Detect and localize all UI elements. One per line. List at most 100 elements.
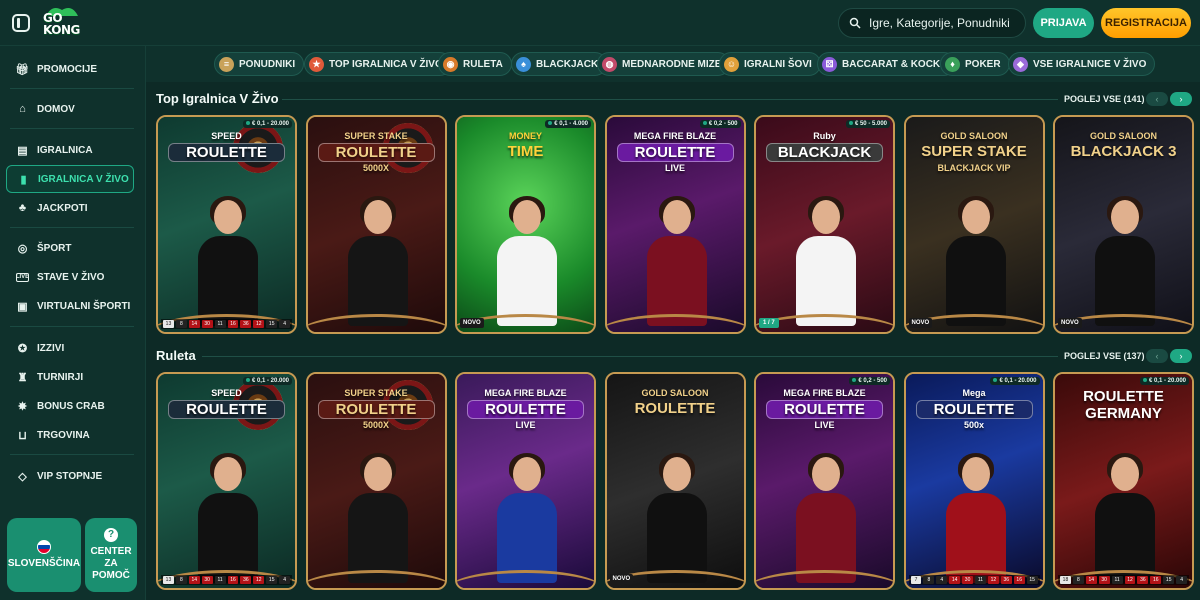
game-tile[interactable]: Mega ROULETTE 500x € 0,1 - 20.000 7 8 4 14 30 11 1…	[903, 372, 1045, 590]
game-title: ROULETTE	[634, 400, 716, 417]
game-title: ROULETTE	[915, 400, 1033, 419]
sidebar-item-turnirji[interactable]: ♜ TURNIRJI	[6, 364, 134, 390]
sidebar-item-stave-v-zivo[interactable]: LIVE STAVE V ŽIVO	[6, 264, 134, 290]
sidebar-item-label: PROMOCIJE	[37, 63, 98, 75]
dealer-body	[1095, 236, 1155, 327]
next-arrow-icon[interactable]: ›	[1170, 349, 1192, 363]
game-title: SUPER STAKE	[344, 388, 408, 398]
category-chip-baccarat-kocke[interactable]: ⚄ BACCARAT & KOCKE	[817, 52, 956, 76]
result-number: 12	[253, 576, 265, 584]
search-input[interactable]	[869, 16, 1019, 30]
game-title: MEGA FIRE BLAZE	[484, 388, 567, 398]
sidebar-item-sport[interactable]: ◎ ŠPORT	[6, 235, 134, 261]
language-selector[interactable]: SLOVENŠČINA	[7, 518, 81, 592]
sidebar-item-label: BONUS CRAB	[37, 400, 105, 412]
results-history: 18 8 14 30 11 12 36 16 15 4	[1058, 575, 1189, 585]
category-chip-ponudniki[interactable]: ≡ PONUDNIKI	[214, 52, 305, 76]
result-number: 16	[227, 320, 239, 328]
sidebar-toggle-icon[interactable]	[12, 14, 30, 32]
prev-arrow-icon[interactable]: ‹	[1146, 92, 1168, 106]
game-title: ROULETTE	[616, 143, 734, 162]
game-title: Ruby	[813, 131, 836, 141]
seats-badge: 1 / 7	[759, 318, 779, 328]
result-number: 30	[1098, 576, 1110, 584]
category-chip-blackjack[interactable]: ♠ BLACKJACK	[511, 52, 608, 76]
help-label-line3: POMOČ	[92, 570, 130, 581]
diamond-icon: ◇	[18, 470, 27, 483]
help-center-button[interactable]: ? CENTER ZA POMOČ	[85, 518, 137, 592]
dealer-head	[961, 200, 990, 235]
home-icon: ⌂	[19, 103, 26, 115]
result-number: 16	[1150, 576, 1162, 584]
game-tile[interactable]: MONEY TIME € 0,1 - 4.000 NOVO	[455, 115, 596, 334]
category-chip-igralni-sovi[interactable]: ☺ IGRALNI ŠOVI	[719, 52, 821, 76]
new-badge: NOVO	[609, 574, 634, 584]
clover-icon: ♣	[18, 202, 27, 214]
result-number: 15	[1026, 576, 1038, 584]
sidebar-item-igralnica[interactable]: ▤ IGRALNICA	[6, 137, 134, 163]
game-tile[interactable]: MEGA FIRE BLAZE ROULETTE LIVE € 0,2 - 500	[754, 372, 895, 590]
sidebar-item-izzivi[interactable]: ✪ IZZIVI	[6, 335, 134, 361]
basketball-icon: ◎	[17, 242, 28, 255]
game-tile[interactable]: Ruby BLACKJACK € 50 - 5.000 1 / 7	[754, 115, 895, 334]
bet-limit-badge: € 0,2 - 500	[849, 377, 890, 385]
sidebar-item-bonus-crab[interactable]: ✸ BONUS CRAB	[6, 393, 134, 419]
logo-text-line2: KONG	[43, 23, 80, 37]
category-chip-ruleta[interactable]: ◉ RULETA	[438, 52, 512, 76]
search-icon	[849, 17, 861, 29]
result-number: 8	[175, 320, 187, 328]
divider	[10, 88, 134, 89]
sidebar-item-jackpoti[interactable]: ♣ JACKPOTI	[6, 195, 134, 221]
result-number: 15	[266, 320, 278, 328]
game-title: BLACKJACK	[766, 143, 883, 162]
game-title: ROULETTE	[317, 400, 435, 419]
result-number: 14	[949, 576, 961, 584]
see-all-link[interactable]: POGLEJ VSE (141)	[1064, 94, 1145, 104]
game-tile[interactable]: ROULETTE GERMANY € 0,1 - 20.000 18 8 14 30 11 1…	[1053, 372, 1194, 590]
dealer-body	[796, 236, 856, 327]
next-arrow-icon[interactable]: ›	[1170, 92, 1192, 106]
see-all-link[interactable]: POGLEJ VSE (137)	[1064, 351, 1145, 361]
game-title: ROULETTE	[168, 143, 285, 162]
section-divider	[202, 356, 1058, 357]
game-tile[interactable]: MEGA FIRE BLAZE ROULETTE LIVE	[455, 372, 596, 590]
category-label: VSE IGRALNICE V ŽIVO	[1033, 58, 1147, 70]
category-label: TOP IGRALNICA V ŽIVO	[329, 58, 443, 70]
category-chip-poker[interactable]: ♦ POKER	[940, 52, 1010, 76]
game-tile[interactable]: GOLD SALOON ROULETTE NOVO	[604, 372, 746, 590]
category-chip-mednarodne-mize[interactable]: ◍ MEDNARODNE MIZE	[597, 52, 731, 76]
game-title: GOLD SALOON	[1090, 131, 1157, 141]
sidebar-item-virtualni-sporti[interactable]: ▣ VIRTUALNI ŠPORTI	[6, 293, 134, 319]
category-chip-vse-igralnice[interactable]: ◆ VSE IGRALNICE V ŽIVO	[1008, 52, 1156, 76]
register-button[interactable]: REGISTRACIJA	[1101, 8, 1191, 38]
game-tile[interactable]: SUPER STAKE ROULETTE 5000X	[305, 115, 447, 334]
sidebar-item-domov[interactable]: ⌂ DOMOV	[6, 96, 134, 122]
bet-limit-badge: € 0,1 - 4.000	[545, 120, 591, 128]
game-tile[interactable]: SPEED ROULETTE € 0,1 - 20.000 13 8 14 30 11 16 36…	[156, 115, 297, 334]
prev-arrow-icon[interactable]: ‹	[1146, 349, 1168, 363]
game-tile[interactable]: GOLD SALOON SUPER STAKE BLACKJACK VIP NOVO	[903, 115, 1045, 334]
dealer-head	[363, 456, 392, 491]
game-tile[interactable]: GOLD SALOON BLACKJACK 3 NOVO	[1053, 115, 1194, 334]
result-number: 14	[188, 576, 200, 584]
dealer-head	[961, 456, 990, 491]
live-icon: LIVE	[15, 272, 30, 282]
gokong-logo[interactable]: GO KONG	[40, 4, 86, 42]
game-tile[interactable]: SUPER STAKE ROULETTE 5000X	[305, 372, 447, 590]
all-games-icon: ◆	[1013, 56, 1028, 72]
search-box[interactable]	[838, 8, 1026, 38]
category-chip-top-igralnica[interactable]: ★ TOP IGRALNICA V ŽIVO	[304, 52, 452, 76]
sidebar-item-trgovina[interactable]: ⊔ TRGOVINA	[6, 422, 134, 448]
game-title: LIVE	[515, 420, 536, 430]
login-button[interactable]: PRIJAVA	[1033, 8, 1094, 38]
dealer-head	[214, 200, 242, 235]
trophy-icon: ♜	[17, 371, 28, 384]
result-number: 4	[936, 576, 948, 584]
game-tile[interactable]: MEGA FIRE BLAZE ROULETTE LIVE € 0,2 - 500	[604, 115, 746, 334]
sidebar-item-vip-stopnje[interactable]: ◇ VIP STOPNJE	[6, 463, 134, 489]
live-casino-icon: ▮	[20, 173, 27, 186]
sidebar-item-promocije[interactable]: 🎁︎ PROMOCIJE	[6, 56, 134, 82]
divider	[10, 227, 134, 228]
game-tile[interactable]: SPEED ROULETTE € 0,1 - 20.000 13 8 14 30 11 16 36…	[156, 372, 297, 590]
sidebar-item-igralnica-v-zivo[interactable]: ▮ IGRALNICA V ŽIVO	[6, 165, 134, 193]
